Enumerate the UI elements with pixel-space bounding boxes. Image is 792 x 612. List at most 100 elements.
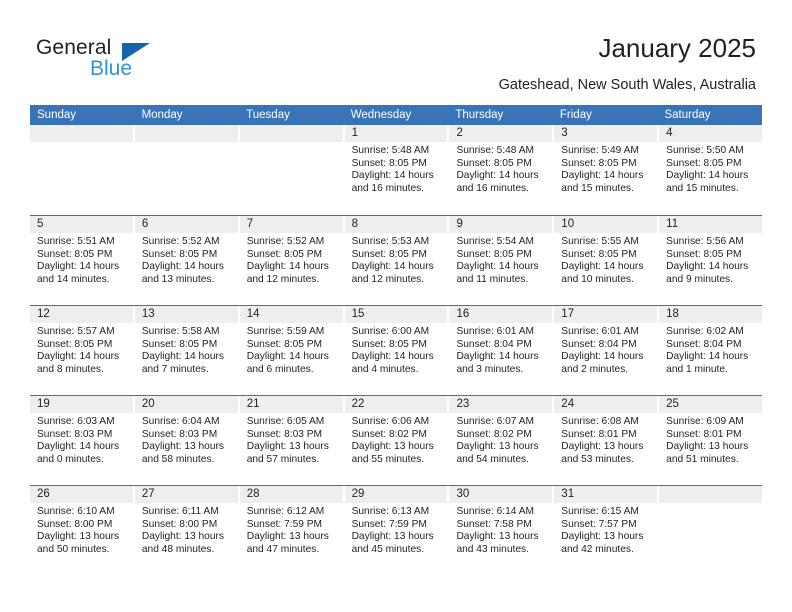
sunset-text: Sunset: 8:05 PM	[246, 248, 323, 260]
day-details: Sunrise: 6:12 AM Sunset: 7:59 PM Dayligh…	[240, 503, 343, 556]
day-cell[interactable]: 8 Sunrise: 5:53 AM Sunset: 8:05 PM Dayli…	[344, 216, 448, 305]
day-cell[interactable]: 14 Sunrise: 5:59 AM Sunset: 8:05 PM Dayl…	[239, 306, 343, 395]
day-number: 29	[344, 486, 448, 503]
sunrise-text: Sunrise: 6:08 AM	[561, 416, 639, 427]
day-cell[interactable]: 12 Sunrise: 5:57 AM Sunset: 8:05 PM Dayl…	[30, 306, 133, 395]
day-cell	[134, 125, 238, 215]
day-details: Sunrise: 6:01 AM Sunset: 8:04 PM Dayligh…	[449, 323, 552, 376]
day-number: 25	[659, 396, 763, 413]
day-cell[interactable]: 17 Sunrise: 6:01 AM Sunset: 8:04 PM Dayl…	[554, 306, 658, 395]
day-details: Sunrise: 5:51 AM Sunset: 8:05 PM Dayligh…	[30, 233, 133, 286]
sunrise-text: Sunrise: 6:00 AM	[351, 326, 430, 337]
day-cell[interactable]: 31 Sunrise: 6:15 AM Sunset: 7:57 PM Dayl…	[554, 486, 658, 575]
sunrise-text: Sunrise: 5:53 AM	[351, 236, 430, 247]
day-number: 17	[554, 306, 658, 323]
daylight-text: Daylight: 14 hours and 1 minute.	[666, 351, 749, 375]
day-cell[interactable]: 22 Sunrise: 6:06 AM Sunset: 8:02 PM Dayl…	[344, 396, 448, 485]
day-cell[interactable]: 30 Sunrise: 6:14 AM Sunset: 7:58 PM Dayl…	[449, 486, 553, 575]
day-cell[interactable]: 24 Sunrise: 6:08 AM Sunset: 8:01 PM Dayl…	[554, 396, 658, 485]
day-details: Sunrise: 5:50 AM Sunset: 8:05 PM Dayligh…	[659, 142, 762, 195]
sunrise-text: Sunrise: 6:04 AM	[141, 416, 220, 427]
day-cell[interactable]: 11 Sunrise: 5:56 AM Sunset: 8:05 PM Dayl…	[659, 216, 763, 305]
weekday-header-sunday: Sunday	[37, 109, 77, 121]
general-blue-logo[interactable]: General Blue	[36, 36, 266, 86]
day-cell[interactable]: 9 Sunrise: 5:54 AM Sunset: 8:05 PM Dayli…	[449, 216, 553, 305]
daylight-text: Daylight: 14 hours and 16 minutes.	[456, 170, 539, 194]
day-cell[interactable]: 13 Sunrise: 5:58 AM Sunset: 8:05 PM Dayl…	[134, 306, 238, 395]
daylight-text: Daylight: 14 hours and 12 minutes.	[246, 261, 329, 285]
daylight-text: Daylight: 14 hours and 16 minutes.	[351, 170, 434, 194]
weekday-header-monday: Monday	[141, 109, 183, 121]
day-cell[interactable]: 20 Sunrise: 6:04 AM Sunset: 8:03 PM Dayl…	[134, 396, 238, 485]
day-number: 31	[554, 486, 658, 503]
sunset-text: Sunset: 8:05 PM	[351, 338, 427, 350]
day-number: 1	[344, 125, 448, 142]
day-details: Sunrise: 6:04 AM Sunset: 8:03 PM Dayligh…	[135, 413, 238, 466]
sunset-text: Sunset: 8:00 PM	[37, 518, 113, 530]
sunrise-text: Sunrise: 6:06 AM	[351, 416, 430, 427]
day-cell[interactable]: 1 Sunrise: 5:48 AM Sunset: 8:05 PM Dayli…	[344, 125, 448, 215]
day-cell[interactable]: 10 Sunrise: 5:55 AM Sunset: 8:05 PM Dayl…	[554, 216, 658, 305]
daylight-text: Daylight: 13 hours and 55 minutes.	[351, 441, 434, 465]
sunrise-text: Sunrise: 5:48 AM	[351, 145, 430, 156]
sunrise-text: Sunrise: 5:57 AM	[37, 326, 115, 337]
daylight-text: Daylight: 14 hours and 15 minutes.	[561, 170, 644, 194]
day-number: 22	[344, 396, 448, 413]
day-cell[interactable]: 3 Sunrise: 5:49 AM Sunset: 8:05 PM Dayli…	[554, 125, 658, 215]
day-details: Sunrise: 5:48 AM Sunset: 8:05 PM Dayligh…	[345, 142, 448, 195]
day-cell[interactable]: 21 Sunrise: 6:05 AM Sunset: 8:03 PM Dayl…	[239, 396, 343, 485]
day-cell[interactable]: 18 Sunrise: 6:02 AM Sunset: 8:04 PM Dayl…	[659, 306, 763, 395]
day-cell[interactable]: 7 Sunrise: 5:52 AM Sunset: 8:05 PM Dayli…	[239, 216, 343, 305]
day-cell[interactable]: 4 Sunrise: 5:50 AM Sunset: 8:05 PM Dayli…	[659, 125, 763, 215]
day-cell[interactable]: 28 Sunrise: 6:12 AM Sunset: 7:59 PM Dayl…	[239, 486, 343, 575]
sunset-text: Sunset: 8:00 PM	[141, 518, 218, 530]
sunrise-text: Sunrise: 5:52 AM	[246, 236, 325, 247]
daylight-text: Daylight: 13 hours and 43 minutes.	[456, 531, 539, 555]
day-number: 11	[659, 216, 763, 233]
sunrise-text: Sunrise: 6:14 AM	[456, 506, 535, 517]
sunset-text: Sunset: 8:03 PM	[37, 428, 113, 440]
sunset-text: Sunset: 8:03 PM	[141, 428, 218, 440]
sunset-text: Sunset: 8:01 PM	[666, 428, 742, 440]
day-cell[interactable]: 15 Sunrise: 6:00 AM Sunset: 8:05 PM Dayl…	[344, 306, 448, 395]
daylight-text: Daylight: 14 hours and 8 minutes.	[37, 351, 120, 375]
sunset-text: Sunset: 8:02 PM	[351, 428, 427, 440]
day-details: Sunrise: 5:56 AM Sunset: 8:05 PM Dayligh…	[659, 233, 762, 286]
day-cell[interactable]: 25 Sunrise: 6:09 AM Sunset: 8:01 PM Dayl…	[659, 396, 763, 485]
daylight-text: Daylight: 13 hours and 57 minutes.	[246, 441, 329, 465]
logo-text-blue: Blue	[90, 57, 133, 80]
daylight-text: Daylight: 14 hours and 12 minutes.	[351, 261, 434, 285]
sunrise-text: Sunrise: 6:05 AM	[246, 416, 325, 427]
weekday-header-friday: Friday	[559, 109, 592, 121]
day-cell[interactable]: 26 Sunrise: 6:10 AM Sunset: 8:00 PM Dayl…	[30, 486, 133, 575]
day-number: 9	[449, 216, 553, 233]
sunrise-text: Sunrise: 6:11 AM	[141, 506, 219, 517]
sunrise-text: Sunrise: 5:48 AM	[456, 145, 535, 156]
sunset-text: Sunset: 8:05 PM	[246, 338, 323, 350]
sunset-text: Sunset: 8:03 PM	[246, 428, 323, 440]
sunset-text: Sunset: 8:05 PM	[666, 248, 742, 260]
sunset-text: Sunset: 8:05 PM	[456, 157, 532, 169]
day-number: 2	[449, 125, 553, 142]
day-cell[interactable]: 27 Sunrise: 6:11 AM Sunset: 8:00 PM Dayl…	[134, 486, 238, 575]
daylight-text: Daylight: 13 hours and 48 minutes.	[141, 531, 224, 555]
day-number	[134, 125, 238, 142]
day-number	[659, 486, 763, 503]
day-cell[interactable]: 2 Sunrise: 5:48 AM Sunset: 8:05 PM Dayli…	[449, 125, 553, 215]
weekday-header-row: Sunday Monday Tuesday Wednesday Thursday…	[30, 105, 762, 125]
day-cell[interactable]: 6 Sunrise: 5:52 AM Sunset: 8:05 PM Dayli…	[134, 216, 238, 305]
day-cell[interactable]: 29 Sunrise: 6:13 AM Sunset: 7:59 PM Dayl…	[344, 486, 448, 575]
day-number: 8	[344, 216, 448, 233]
day-cell[interactable]: 23 Sunrise: 6:07 AM Sunset: 8:02 PM Dayl…	[449, 396, 553, 485]
day-cell[interactable]: 16 Sunrise: 6:01 AM Sunset: 8:04 PM Dayl…	[449, 306, 553, 395]
week-row: 26 Sunrise: 6:10 AM Sunset: 8:00 PM Dayl…	[30, 485, 763, 575]
day-cell[interactable]: 19 Sunrise: 6:03 AM Sunset: 8:03 PM Dayl…	[30, 396, 133, 485]
day-number: 16	[449, 306, 553, 323]
day-details: Sunrise: 6:00 AM Sunset: 8:05 PM Dayligh…	[345, 323, 448, 376]
day-details: Sunrise: 6:11 AM Sunset: 8:00 PM Dayligh…	[135, 503, 238, 556]
day-cell[interactable]: 5 Sunrise: 5:51 AM Sunset: 8:05 PM Dayli…	[30, 216, 133, 305]
sunrise-text: Sunrise: 6:03 AM	[37, 416, 115, 427]
week-row: 1 Sunrise: 5:48 AM Sunset: 8:05 PM Dayli…	[30, 125, 763, 215]
daylight-text: Daylight: 13 hours and 58 minutes.	[141, 441, 224, 465]
sunrise-text: Sunrise: 6:13 AM	[351, 506, 430, 517]
